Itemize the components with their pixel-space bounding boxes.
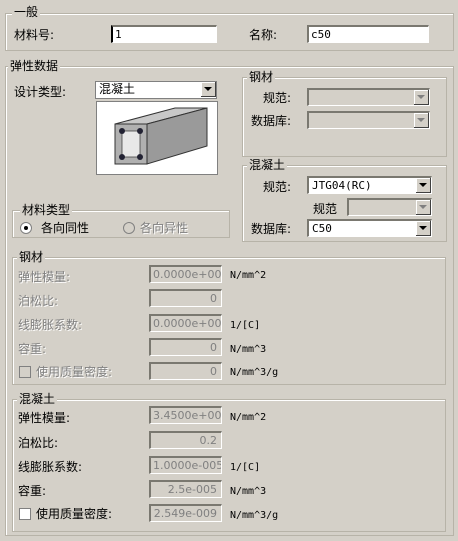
chevron-down-icon[interactable]: [414, 90, 429, 105]
steel-spec-title: 钢材: [247, 70, 276, 84]
design-type-value: 混凝土: [99, 82, 136, 96]
concrete-spec-value: JTG04(RC): [312, 179, 372, 192]
concrete-db-label: 数据库:: [251, 222, 292, 236]
chevron-down-icon[interactable]: [201, 82, 216, 97]
concrete-weight-unit: N/mm^3: [230, 486, 267, 497]
steel-mass-density-value: 0: [210, 365, 217, 378]
concrete-spec-label: 规范:: [263, 180, 292, 194]
steel-props-title: 钢材: [17, 250, 46, 264]
concrete-props-title: 混凝土: [17, 392, 58, 406]
steel-alpha-label: 线膨胀系数:: [18, 318, 83, 332]
concrete-alpha-input[interactable]: 1.0000e-005: [149, 456, 222, 474]
concrete-db-value: C50: [312, 222, 332, 235]
steel-poisson-input[interactable]: 0: [149, 289, 222, 307]
steel-weight-value: 0: [210, 341, 217, 354]
concrete-spec2-select[interactable]: [347, 198, 432, 216]
chevron-down-icon[interactable]: [416, 221, 431, 236]
steel-poisson-value: 0: [210, 292, 217, 305]
anisotropic-radio[interactable]: [123, 222, 135, 234]
concrete-poisson-label: 泊松比:: [18, 436, 59, 450]
concrete-mass-density-unit: N/mm^3/g: [230, 510, 279, 521]
elastic-group-title: 弹性数据: [8, 59, 61, 73]
concrete-weight-value: 2.5e-005: [167, 483, 217, 496]
steel-alpha-input[interactable]: 0.0000e+000: [149, 314, 222, 332]
isotropic-radio[interactable]: [20, 222, 32, 234]
isotropic-label[interactable]: 各向同性: [41, 221, 89, 235]
concrete-mass-density-input[interactable]: 2.549e-009: [149, 504, 222, 522]
concrete-poisson-input[interactable]: 0.2: [149, 431, 222, 449]
concrete-mass-density-value: 2.549e-009: [153, 507, 217, 520]
concrete-spec-title: 混凝土: [247, 158, 288, 172]
steel-e-unit: N/mm^2: [230, 270, 267, 281]
steel-spec-select[interactable]: [307, 88, 430, 106]
chevron-down-icon[interactable]: [416, 178, 431, 193]
material-type-title: 材料类型: [20, 203, 73, 217]
concrete-mass-density-checkbox[interactable]: [19, 508, 31, 520]
steel-weight-input[interactable]: 0: [149, 338, 222, 356]
concrete-alpha-value: 1.0000e-005: [153, 459, 222, 472]
steel-poisson-label: 泊松比:: [18, 294, 59, 308]
concrete-poisson-value: 0.2: [199, 434, 218, 447]
steel-db-label: 数据库:: [251, 114, 292, 128]
section-image: [96, 101, 218, 175]
steel-alpha-unit: 1/[C]: [230, 320, 261, 331]
steel-mass-density-unit: N/mm^3/g: [230, 367, 279, 378]
steel-e-input[interactable]: 0.0000e+000: [149, 265, 222, 283]
steel-alpha-value: 0.0000e+000: [153, 317, 222, 330]
steel-weight-unit: N/mm^3: [230, 344, 267, 355]
material-no-input[interactable]: 1: [111, 25, 217, 43]
steel-mass-density-label: 使用质量密度:: [36, 365, 113, 379]
general-group-title: 一般: [12, 5, 41, 19]
concrete-e-input[interactable]: 3.4500e+004: [149, 406, 222, 424]
steel-weight-label: 容重:: [18, 342, 47, 356]
chevron-down-icon[interactable]: [416, 200, 431, 215]
concrete-alpha-unit: 1/[C]: [230, 462, 261, 473]
steel-mass-density-checkbox[interactable]: [19, 366, 31, 378]
concrete-e-value: 3.4500e+004: [153, 409, 222, 422]
concrete-box-section-icon: [114, 107, 208, 165]
concrete-alpha-label: 线膨胀系数:: [18, 460, 83, 474]
steel-e-label: 弹性模量:: [18, 270, 71, 284]
concrete-e-unit: N/mm^2: [230, 412, 267, 423]
design-type-label: 设计类型:: [14, 85, 67, 99]
steel-mass-density-input[interactable]: 0: [149, 362, 222, 380]
concrete-weight-input[interactable]: 2.5e-005: [149, 480, 222, 498]
design-type-select[interactable]: 混凝土: [95, 81, 217, 99]
steel-e-value: 0.0000e+000: [153, 268, 222, 281]
concrete-weight-label: 容重:: [18, 484, 47, 498]
concrete-db-select[interactable]: C50: [307, 219, 432, 237]
chevron-down-icon[interactable]: [414, 113, 429, 128]
steel-spec-label: 规范:: [263, 91, 292, 105]
material-no-label: 材料号:: [14, 28, 55, 42]
anisotropic-label: 各向异性: [140, 221, 189, 235]
steel-db-select[interactable]: [307, 111, 430, 129]
concrete-spec-select[interactable]: JTG04(RC): [307, 176, 432, 194]
concrete-mass-density-label[interactable]: 使用质量密度:: [36, 507, 112, 521]
name-label: 名称:: [249, 28, 278, 42]
name-input[interactable]: c50: [307, 25, 429, 43]
concrete-spec2-label: 规范: [313, 202, 338, 216]
concrete-e-label: 弹性模量:: [18, 411, 71, 425]
